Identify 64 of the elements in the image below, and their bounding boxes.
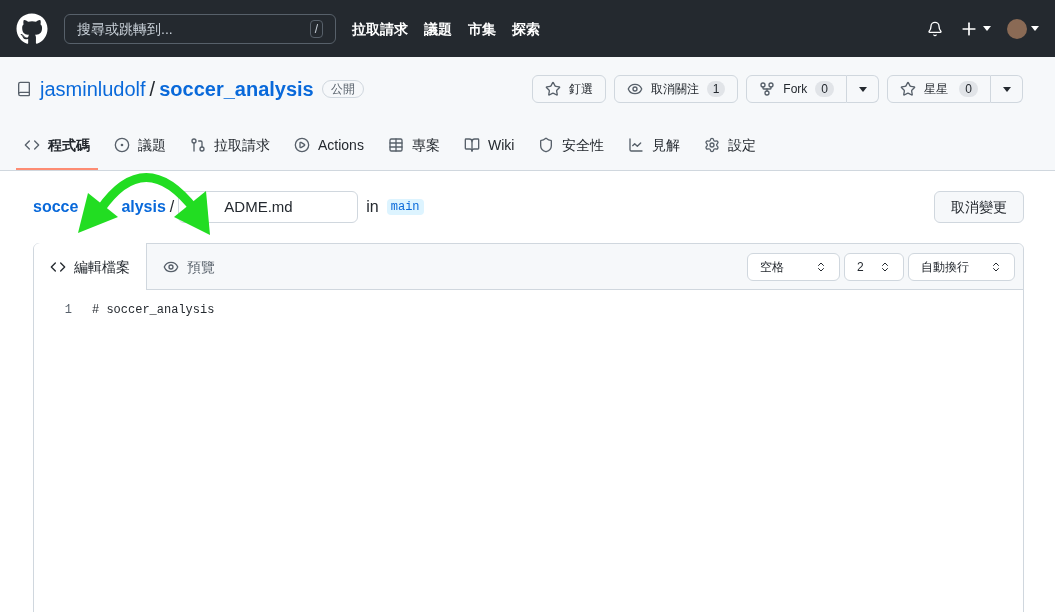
caret-icon xyxy=(1002,86,1011,92)
repo-tab[interactable]: 拉取請求 xyxy=(182,121,278,170)
select-field[interactable]: 自動換行 xyxy=(908,252,1015,281)
repo-tab[interactable]: Wiki xyxy=(455,121,523,170)
shortcut-key: / xyxy=(309,19,323,38)
repo-tab[interactable]: 見解 xyxy=(620,121,689,170)
repo-owner-link[interactable]: jasminludolf xyxy=(40,75,146,103)
github-logo-icon[interactable] xyxy=(16,12,48,45)
sort-arrows-icon xyxy=(879,260,891,273)
eye-icon xyxy=(626,81,643,97)
caret-icon xyxy=(858,86,867,92)
table-icon xyxy=(387,136,404,153)
book-icon xyxy=(463,136,480,153)
select-field[interactable]: 空格 xyxy=(747,252,840,281)
graph-icon xyxy=(628,136,645,153)
branch-label: main xyxy=(386,199,424,215)
counter: 0 xyxy=(815,81,834,97)
bell-icon[interactable] xyxy=(927,20,943,37)
dropdown-button[interactable] xyxy=(847,75,879,103)
avatar[interactable] xyxy=(1007,18,1027,39)
pull-request-icon xyxy=(190,136,206,153)
star-icon xyxy=(900,81,916,97)
nav-link[interactable]: 探索 xyxy=(512,18,540,39)
in-label: in xyxy=(366,197,379,217)
repo-icon xyxy=(16,81,32,97)
pin-button[interactable]: 釘選 xyxy=(531,75,606,103)
cancel-changes-button[interactable]: 取消變更 xyxy=(934,191,1024,223)
play-icon xyxy=(294,136,310,153)
counter: 0 xyxy=(959,81,978,97)
repo-tab[interactable]: 程式碼 xyxy=(16,121,98,170)
path-separator: / xyxy=(169,197,175,217)
editor-tab[interactable]: 編輯檔案 xyxy=(34,243,147,290)
path-separator: / xyxy=(149,77,156,102)
nav-link[interactable]: 拉取請求 xyxy=(352,18,408,39)
caret-icon xyxy=(1031,26,1039,31)
line-number: 1 xyxy=(63,302,72,318)
repo-tab[interactable]: 設定 xyxy=(696,121,765,170)
select-field[interactable]: 2 xyxy=(844,252,904,281)
nav-link[interactable]: 市集 xyxy=(468,18,496,39)
shield-icon xyxy=(538,136,555,153)
counter: 1 xyxy=(706,81,726,97)
settings-icon xyxy=(704,136,721,153)
caret-icon xyxy=(983,26,991,31)
sort-arrows-icon xyxy=(990,260,1002,273)
nav-link[interactable]: 議題 xyxy=(424,18,452,39)
star-icon xyxy=(544,81,561,97)
repo-name-link[interactable]: soccer_analysis xyxy=(159,75,314,103)
dropdown-button[interactable] xyxy=(991,75,1023,103)
code-line: # soccer_analysis xyxy=(92,302,215,318)
search-field[interactable]: 搜尋或跳轉到... / xyxy=(64,13,336,44)
repo-tab[interactable]: Actions xyxy=(286,121,372,170)
watch-button[interactable]: 取消關注 1 xyxy=(613,75,739,103)
repo-tab[interactable]: 專案 xyxy=(379,121,448,170)
fork-button[interactable]: Fork 0 xyxy=(746,75,847,103)
repo-tab[interactable]: 議題 xyxy=(106,121,174,170)
breadcrumb-repo-link[interactable]: socce xyxy=(33,195,79,219)
sort-arrows-icon xyxy=(815,260,827,273)
search-placeholder: 搜尋或跳轉到... xyxy=(77,19,173,39)
fork-icon xyxy=(759,81,776,97)
circle-dot-icon xyxy=(114,136,130,153)
star-button[interactable]: 星星 0 xyxy=(887,75,991,103)
repo-tab[interactable]: 安全性 xyxy=(530,121,613,170)
editor-tab[interactable]: 預覽 xyxy=(147,243,231,290)
breadcrumb-repo-link[interactable]: alysis xyxy=(121,195,166,219)
